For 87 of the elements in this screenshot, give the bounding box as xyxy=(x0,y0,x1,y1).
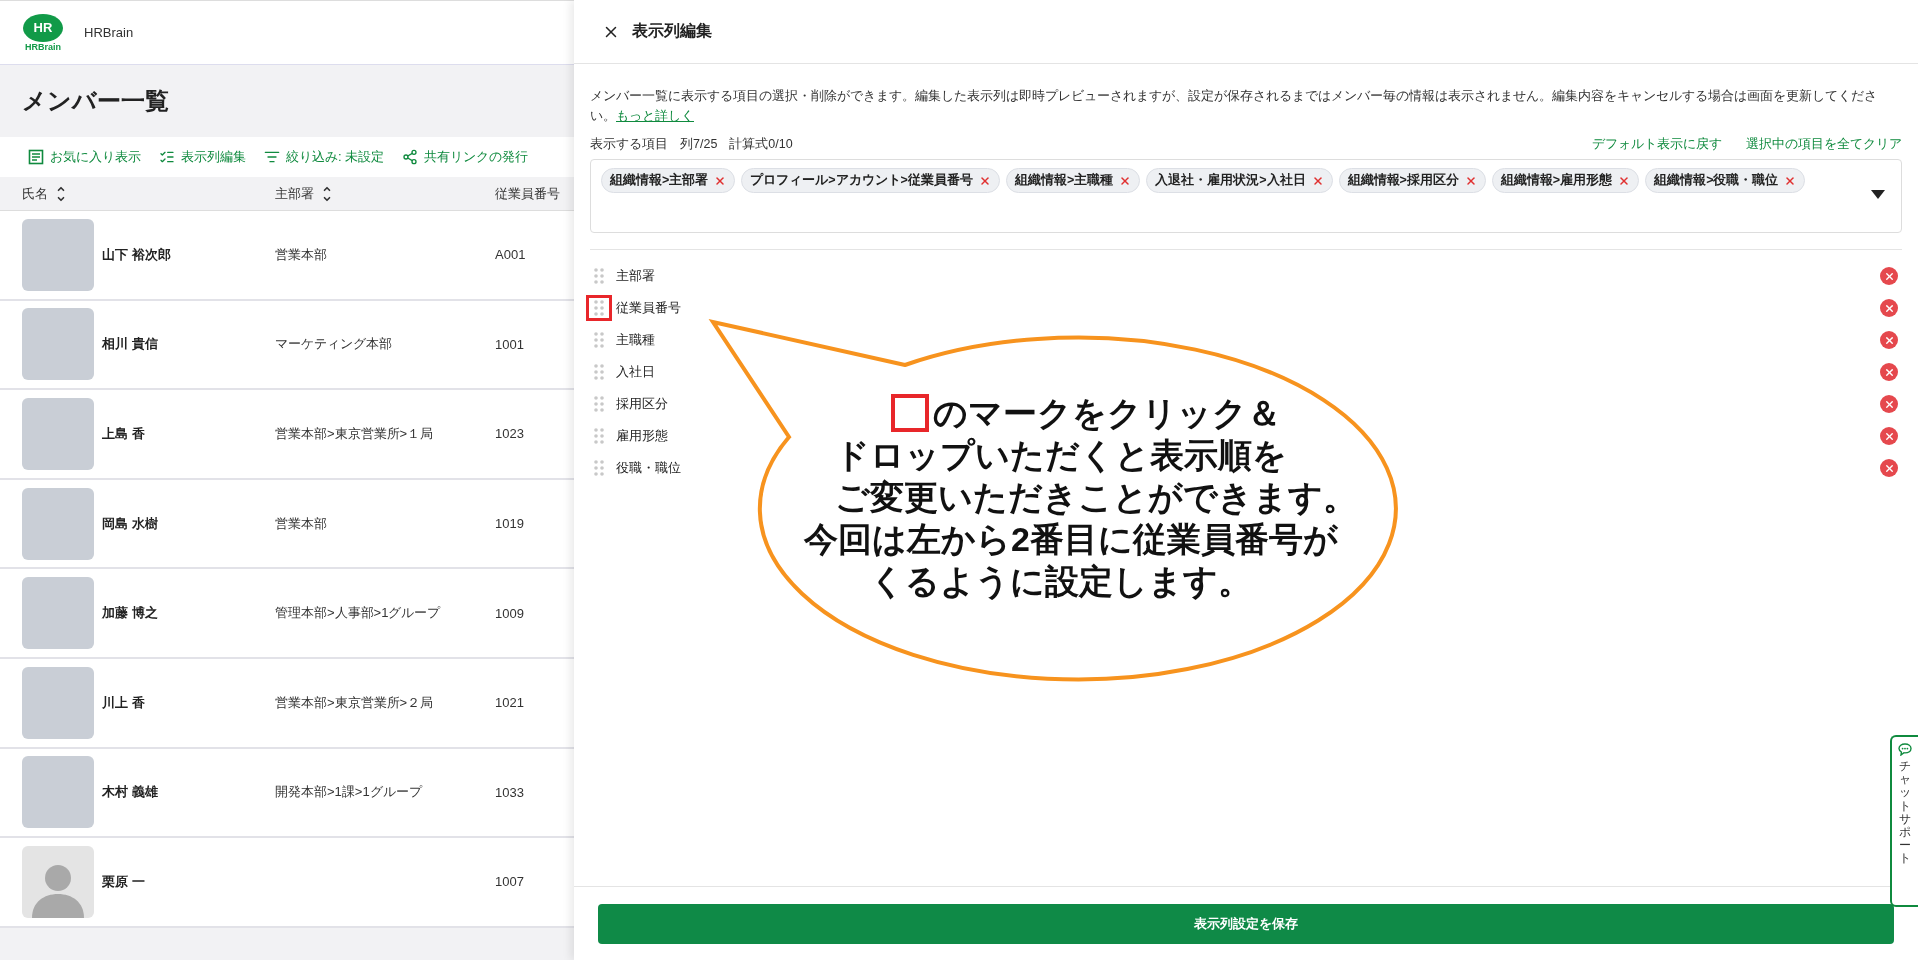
remove-icon[interactable] xyxy=(1880,395,1898,413)
chat-support-label: チャットサポート xyxy=(1899,760,1911,866)
selected-items-field[interactable]: 組織情報>主部署 プロフィール>アカウント>従業員番号 組織情報>主職種 入退社・雇用状況>入社日 組織情報>採用区分 組織情報>雇用形態 組織情報>役職・職位 xyxy=(590,159,1902,233)
column-name: 雇用形態 xyxy=(616,427,668,445)
chip-label: 組織情報>主部署 xyxy=(610,172,709,189)
remove-icon[interactable] xyxy=(1880,427,1898,445)
remove-icon[interactable] xyxy=(1880,299,1898,317)
remove-icon[interactable] xyxy=(714,174,727,187)
toolbar-button[interactable]: 絞り込み: 未設定 xyxy=(264,148,385,166)
filter-icon xyxy=(264,149,280,165)
employee-number: A001 xyxy=(495,247,526,263)
photo-placeholder xyxy=(22,398,94,470)
panel-title: 表示列編集 xyxy=(632,21,712,41)
column-name: 従業員番号 xyxy=(616,299,681,317)
remove-icon[interactable] xyxy=(1784,174,1797,187)
chat-bubble-icon xyxy=(1898,743,1912,756)
drag-handle-icon[interactable] xyxy=(586,295,612,321)
chip-label: 組織情報>雇用形態 xyxy=(1500,172,1613,189)
page-title: メンバー一覧 xyxy=(22,86,169,116)
chip-label: 入退社・雇用状況>入社日 xyxy=(1155,172,1306,189)
remove-icon[interactable] xyxy=(1880,267,1898,285)
employee-number: 1007 xyxy=(495,874,524,890)
action-link[interactable]: 選択中の項目を全てクリア xyxy=(1746,136,1902,153)
department-cell-text: 管理本部>人事部>1グループ xyxy=(275,604,442,623)
employee-number: 1001 xyxy=(495,336,524,352)
callout-text: のマークをクリック＆ xyxy=(933,393,1281,434)
column-header: 従業員番号 xyxy=(495,184,560,203)
member-name: 山下 裕次郎 xyxy=(101,245,172,264)
logo: HR HRBrain xyxy=(22,13,64,52)
employee-number: 1033 xyxy=(495,784,524,800)
remove-icon[interactable] xyxy=(978,174,991,187)
remove-icon[interactable] xyxy=(1119,174,1132,187)
remove-icon[interactable] xyxy=(1311,174,1324,187)
chip-label: 組織情報>主職種 xyxy=(1014,172,1114,189)
toolbar-button[interactable]: お気に入り表示 xyxy=(28,148,141,166)
column-count: 列7/25 xyxy=(680,136,718,153)
app-name: HRBrain xyxy=(84,25,134,40)
callout-text: ご変更いただきことができます。 xyxy=(835,477,1357,518)
chip-label: 組織情報>役職・職位 xyxy=(1654,172,1779,189)
member-name: 木村 義雄 xyxy=(101,783,159,802)
column-header: 氏名 xyxy=(22,184,48,203)
member-name: 相川 貴信 xyxy=(101,335,159,354)
save-button[interactable]: 表示列設定を保存 xyxy=(598,903,1894,944)
list-icon xyxy=(28,149,44,165)
department-cell-text: 開発本部>1課>1グループ xyxy=(275,783,424,802)
callout-text: ドロップいただくと表示順を xyxy=(835,435,1287,476)
chip-label: プロフィール>アカウント>従業員番号 xyxy=(750,172,973,189)
employee-number: 1009 xyxy=(495,605,524,621)
remove-icon[interactable] xyxy=(1618,174,1631,187)
chip-label: 組織情報>採用区分 xyxy=(1347,172,1459,189)
column-name: 入社日 xyxy=(616,363,655,381)
department-cell-text: 営業本部>東京営業所>１局 xyxy=(275,425,435,443)
member-name: 川上 香 xyxy=(101,693,146,712)
remove-icon[interactable] xyxy=(1880,331,1898,349)
checklist-icon xyxy=(159,149,175,165)
column-header: 主部署 xyxy=(275,184,314,203)
employee-number: 1019 xyxy=(495,516,524,532)
column-name: 採用区分 xyxy=(616,395,668,413)
toolbar-button[interactable]: 共有リンクの発行 xyxy=(402,148,529,166)
member-name: 加藤 博之 xyxy=(101,604,159,623)
items-label: 表示する項目 xyxy=(590,136,668,153)
department-cell-text: 営業本部>東京営業所>２局 xyxy=(275,693,435,712)
caret-icon[interactable] xyxy=(1871,190,1885,199)
callout-text: くるように設定します。 xyxy=(870,561,1252,602)
action-link[interactable]: デフォルト表示に戻す xyxy=(1592,136,1722,153)
remove-icon[interactable] xyxy=(1880,459,1898,477)
share-icon xyxy=(402,149,419,165)
chat-support-button[interactable]: チャットサポート xyxy=(1890,735,1918,907)
department-cell-text: 営業本部 xyxy=(275,514,328,533)
column-name: 主職種 xyxy=(616,331,655,349)
column-name: 役職・職位 xyxy=(616,459,681,477)
employee-number: 1023 xyxy=(495,426,524,442)
department-cell-text: 営業本部 xyxy=(275,245,328,264)
member-name: 岡島 水樹 xyxy=(101,514,159,533)
square-icon xyxy=(891,394,929,432)
more-link[interactable]: もっと詳しく xyxy=(616,109,694,123)
remove-icon[interactable] xyxy=(1880,363,1898,381)
remove-icon[interactable] xyxy=(1464,174,1477,187)
employee-number: 1021 xyxy=(495,695,524,711)
column-name: 主部署 xyxy=(616,267,655,285)
department-cell-text: マーケティング本部 xyxy=(275,335,393,354)
callout-text: 今回は左から2番目に従業員番号が xyxy=(804,519,1338,560)
description: メンバー一覧に表示する項目の選択・削除ができます。編集した表示列は即時プレビューされますが、設定が保存されるまではメンバー毎の情報は表示されません。編集内容をキャンセルする場合は画面を更新してください。もっと詳しく xyxy=(590,88,1878,125)
toolbar-button[interactable]: 表示列編集 xyxy=(159,148,246,166)
member-name: 栗原 一 xyxy=(101,872,146,891)
formula-count: 計算式0/10 xyxy=(729,136,793,153)
member-name: 上島 香 xyxy=(101,425,146,443)
